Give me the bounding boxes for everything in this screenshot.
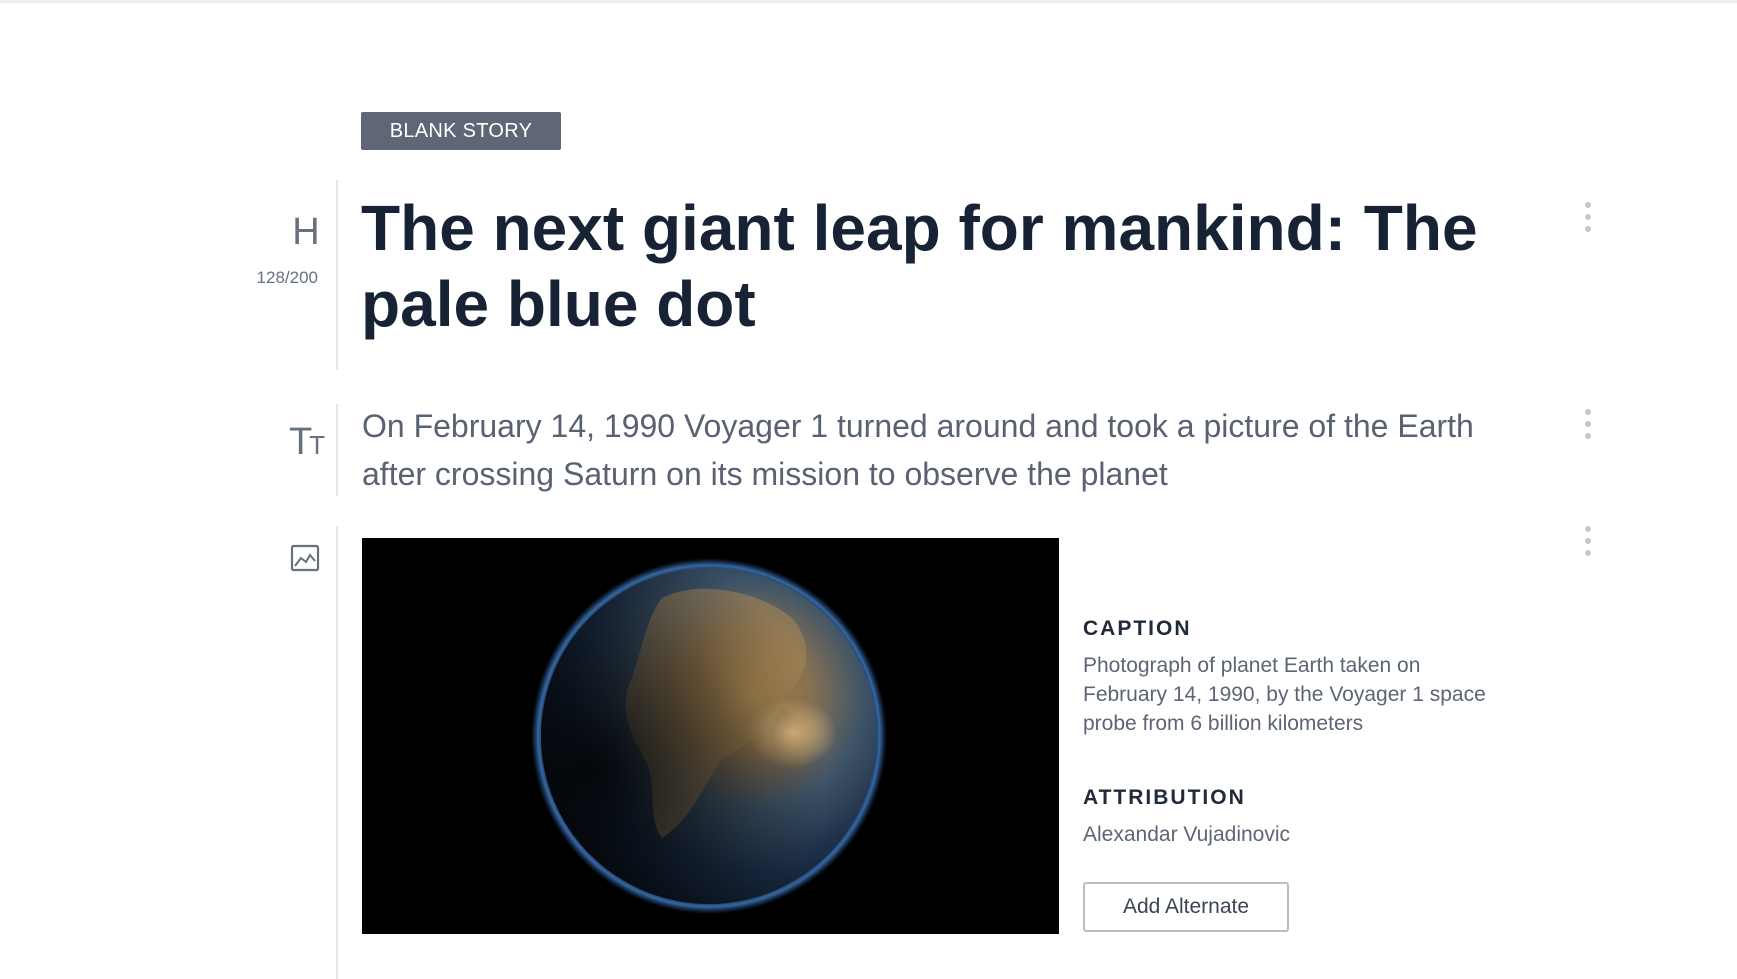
attribution-label: ATTRIBUTION <box>1083 786 1246 809</box>
image-more-options-button[interactable] <box>1582 526 1594 556</box>
caption-text[interactable]: Photograph of planet Earth taken on Febr… <box>1083 651 1503 738</box>
subheadline-text[interactable]: On February 14, 1990 Voyager 1 turned ar… <box>362 402 1512 498</box>
subheadline-block-divider <box>336 404 338 496</box>
text-size-icon-small-t: T <box>309 430 326 460</box>
kebab-dot <box>1585 421 1591 427</box>
subheadline-more-options-button[interactable] <box>1582 409 1594 439</box>
story-image[interactable] <box>362 538 1059 934</box>
top-divider <box>0 0 1737 3</box>
headline-char-counter: 128/200 <box>256 268 318 287</box>
kebab-dot <box>1585 409 1591 415</box>
kebab-dot <box>1585 433 1591 439</box>
caption-label: CAPTION <box>1083 617 1192 640</box>
heading-icon: H <box>292 211 320 253</box>
kebab-dot <box>1585 226 1591 232</box>
story-editor: BLANK STORY H 128/200 The next giant lea… <box>0 0 1737 979</box>
kebab-dot <box>1585 538 1591 544</box>
story-type-badge: BLANK STORY <box>361 112 561 150</box>
add-alternate-button[interactable]: Add Alternate <box>1083 882 1289 932</box>
headline-more-options-button[interactable] <box>1582 202 1594 232</box>
kebab-dot <box>1585 202 1591 208</box>
headline-block-divider <box>336 180 338 370</box>
text-size-icon: TT <box>282 420 332 464</box>
attribution-text[interactable]: Alexandar Vujadinovic <box>1083 820 1503 849</box>
image-block-divider <box>336 526 338 979</box>
image-icon <box>290 543 320 573</box>
kebab-dot <box>1585 214 1591 220</box>
kebab-dot <box>1585 526 1591 532</box>
headline-text[interactable]: The next giant leap for mankind: The pal… <box>361 190 1541 342</box>
kebab-dot <box>1585 550 1591 556</box>
